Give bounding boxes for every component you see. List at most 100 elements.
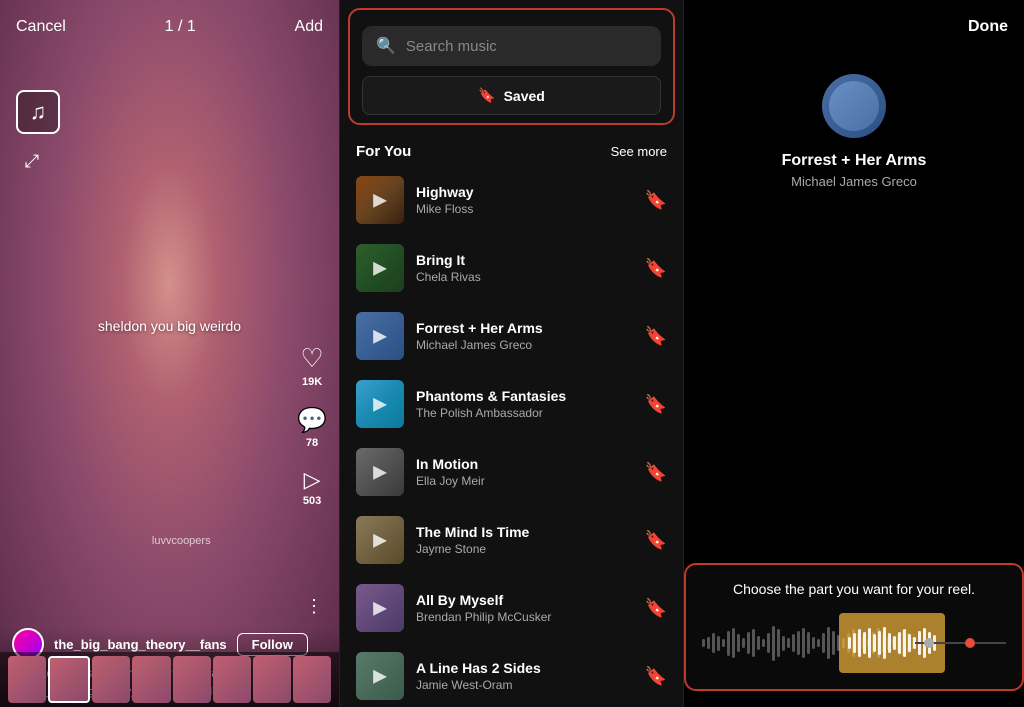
song-title: A Line Has 2 Sides <box>416 660 633 676</box>
song-title: All By Myself <box>416 592 633 608</box>
song-artist: Michael James Greco <box>416 338 633 352</box>
bookmark-icon[interactable]: 🔖 <box>645 394 667 415</box>
waveform-start-handle[interactable] <box>924 638 934 648</box>
song-title: Forrest + Her Arms <box>416 320 633 336</box>
music-list-item[interactable]: ▶ Bring It Chela Rivas 🔖 <box>340 234 683 302</box>
expand-icon[interactable]: ⤢ <box>16 145 48 177</box>
song-thumbnail: ▶ <box>356 652 404 700</box>
music-list-item[interactable]: ▶ All By Myself Brendan Philip McCusker 🔖 <box>340 574 683 642</box>
video-counter: 1 / 1 <box>165 18 196 36</box>
share-action[interactable]: ▷ 503 <box>303 467 321 507</box>
song-title: Bring It <box>416 252 633 268</box>
music-note-icon: ♫ <box>30 99 47 125</box>
song-artist: Brendan Philip McCusker <box>416 610 633 624</box>
filmstrip-thumb <box>173 656 211 703</box>
play-icon: ▶ <box>373 462 387 483</box>
song-title: Highway <box>416 184 633 200</box>
song-thumbnail: ▶ <box>356 380 404 428</box>
search-input[interactable]: Search music <box>406 38 497 55</box>
song-info: Forrest + Her Arms Michael James Greco <box>416 320 633 352</box>
song-title: The Mind Is Time <box>416 524 633 540</box>
filmstrip-thumb <box>132 656 170 703</box>
bookmark-icon: 🔖 <box>478 87 495 104</box>
bookmark-icon[interactable]: 🔖 <box>645 258 667 279</box>
choose-section: Choose the part you want for your reel. <box>684 563 1024 691</box>
add-button[interactable]: Add <box>295 18 323 36</box>
play-icon: ▶ <box>373 598 387 619</box>
choose-text: Choose the part you want for your reel. <box>702 581 1006 597</box>
saved-button[interactable]: 🔖 Saved <box>362 76 661 115</box>
song-info: In MotionElla Joy Meir <box>416 456 633 488</box>
bookmark-icon[interactable]: 🔖 <box>645 326 667 347</box>
expand-arrows-icon: ⤢ <box>25 151 39 172</box>
music-list-item[interactable]: ▶ The Mind Is Time Jayme Stone 🔖 <box>340 506 683 574</box>
avatar-inner <box>829 81 879 131</box>
music-list: ▶ Highway Mike Floss 🔖 ▶ Bring It Chela Rivas 🔖… <box>340 166 683 707</box>
share-icon: ▷ <box>304 467 321 493</box>
comment-icon: 💬 <box>297 406 327 435</box>
song-info: Phantoms & Fantasies The Polish Ambassado… <box>416 388 633 420</box>
filmstrip-thumb <box>8 656 46 703</box>
music-list-item[interactable]: ▶ Phantoms & Fantasies The Polish Ambassad… <box>340 370 683 438</box>
song-artist: Ella Joy Meir <box>416 474 633 488</box>
edit-song-title: Forrest + Her Arms <box>782 152 927 170</box>
play-icon: ▶ <box>373 394 387 415</box>
waveform-end-handle[interactable] <box>965 638 975 648</box>
filmstrip-thumb <box>293 656 331 703</box>
song-title: Phantoms & Fantasies <box>416 388 633 404</box>
song-artist: Jayme Stone <box>416 542 633 556</box>
like-action[interactable]: ♡ 19K <box>300 343 323 388</box>
heart-icon: ♡ <box>300 343 323 374</box>
more-options-button[interactable]: ⋮ <box>305 596 323 617</box>
music-icon-box[interactable]: ♫ <box>16 90 60 134</box>
bookmark-icon[interactable]: 🔖 <box>645 598 667 619</box>
bookmark-icon[interactable]: 🔖 <box>645 666 667 687</box>
comment-action[interactable]: 💬 78 <box>297 406 327 449</box>
song-thumbnail: ▶ <box>356 176 404 224</box>
play-icon: ▶ <box>373 258 387 279</box>
song-thumbnail: ▶ <box>356 584 404 632</box>
for-you-header: For You See more <box>340 133 683 166</box>
video-panel: Cancel 1 / 1 Add ♫ ⤢ sheldon you big wei… <box>0 0 340 707</box>
music-panel: 🔍 Search music 🔖 Saved For You See more … <box>340 0 684 707</box>
song-artist: Chela Rivas <box>416 270 633 284</box>
album-art <box>822 74 886 138</box>
edit-header: Done <box>684 0 1024 54</box>
see-more-link[interactable]: See more <box>611 144 667 159</box>
video-watermark: luvvcoopers <box>152 535 211 547</box>
filmstrip[interactable] <box>0 652 339 707</box>
music-search-section: 🔍 Search music 🔖 Saved <box>348 8 675 125</box>
search-bar[interactable]: 🔍 Search music <box>362 26 661 66</box>
song-thumbnail: ▶ <box>356 312 404 360</box>
song-info: All By Myself Brendan Philip McCusker <box>416 592 633 624</box>
filmstrip-thumb <box>253 656 291 703</box>
bookmark-icon[interactable]: 🔖 <box>645 530 667 551</box>
song-thumbnail: ▶ <box>356 244 404 292</box>
song-info: Highway Mike Floss <box>416 184 633 216</box>
song-thumbnail: ▶ <box>356 448 404 496</box>
username: the_big_bang_theory__fans <box>54 637 227 652</box>
music-list-item[interactable]: ▶ Highway Mike Floss 🔖 <box>340 166 683 234</box>
song-artist: Mike Floss <box>416 202 633 216</box>
music-list-item[interactable]: ▶ In MotionElla Joy Meir 🔖 <box>340 438 683 506</box>
song-info: A Line Has 2 SidesJamie West-Oram <box>416 660 633 692</box>
edit-panel: Done Forrest + Her Arms Michael James Gr… <box>684 0 1024 707</box>
video-overlay-text: sheldon you big weirdo <box>98 318 241 334</box>
song-thumbnail: ▶ <box>356 516 404 564</box>
done-button[interactable]: Done <box>968 18 1008 36</box>
waveform-container[interactable] <box>702 613 1006 673</box>
play-icon: ▶ <box>373 666 387 687</box>
music-list-item[interactable]: ▶ A Line Has 2 SidesJamie West-Oram 🔖 <box>340 642 683 707</box>
section-title: For You <box>356 143 411 160</box>
bookmark-icon[interactable]: 🔖 <box>645 462 667 483</box>
filmstrip-thumb <box>92 656 130 703</box>
saved-label: Saved <box>504 88 545 104</box>
filmstrip-thumb <box>213 656 251 703</box>
cancel-button[interactable]: Cancel <box>16 18 66 36</box>
video-header: Cancel 1 / 1 Add <box>0 0 339 54</box>
bookmark-icon[interactable]: 🔖 <box>645 190 667 211</box>
song-artist: The Polish Ambassador <box>416 406 633 420</box>
waveform-track <box>915 642 1006 644</box>
like-count: 19K <box>302 376 322 388</box>
music-list-item[interactable]: ▶ Forrest + Her Arms Michael James Greco 🔖 <box>340 302 683 370</box>
